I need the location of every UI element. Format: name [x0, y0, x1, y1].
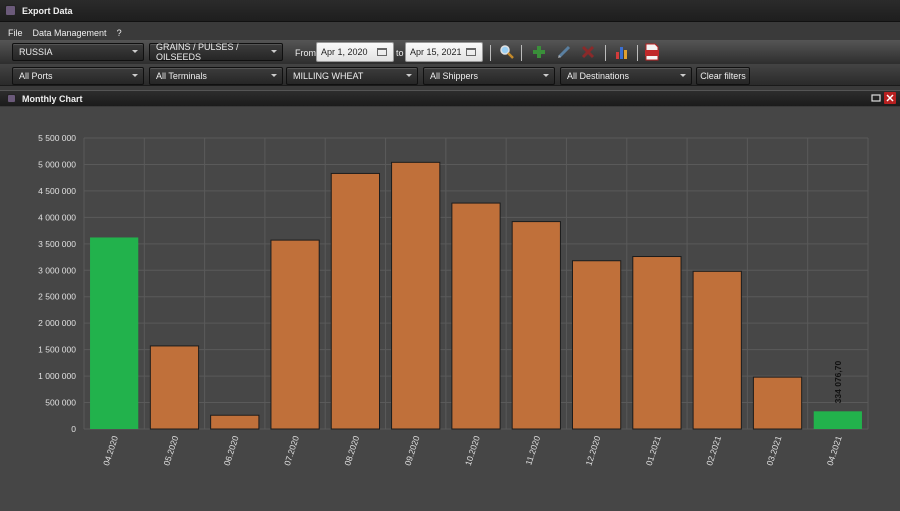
search-icon[interactable] — [499, 44, 515, 60]
x-tick-label: 11.2020 — [523, 434, 542, 466]
monthly-bar-chart: 0 500 000 1 000 000 1 500 000 2 000 000 2 500… — [38, 133, 869, 467]
y-tick-label: 500 000 — [45, 398, 76, 408]
y-tick-label: 3 500 000 — [38, 239, 76, 249]
bar — [330, 172, 381, 430]
y-tick-label: 0 — [71, 424, 76, 434]
toolbar-separator — [521, 45, 522, 61]
bar — [511, 221, 561, 430]
ports-value: All Ports — [19, 71, 53, 81]
add-icon[interactable] — [531, 44, 547, 60]
chart-area: 0 500 000 1 000 000 1 500 000 2 000 000 2 500… — [0, 107, 900, 511]
menu-bar: File Data Management ? — [0, 25, 900, 40]
calendar-icon[interactable] — [466, 48, 476, 56]
toolbar-separator — [605, 45, 606, 61]
y-tick-label: 5 500 000 — [38, 133, 76, 143]
maximize-icon[interactable] — [870, 92, 882, 104]
bar — [571, 260, 622, 430]
product-group-value: GRAINS / PULSES / OILSEEDS — [156, 42, 239, 62]
panel-title: Monthly Chart — [22, 93, 83, 104]
ports-dropdown[interactable]: All Ports — [12, 67, 144, 85]
toolbar-separator — [490, 45, 491, 61]
bar — [90, 237, 139, 429]
window-title: Export Data — [22, 5, 73, 16]
close-icon[interactable] — [884, 92, 896, 104]
app-icon — [5, 5, 16, 16]
menu-data-management[interactable]: Data Management — [33, 28, 107, 38]
bar — [149, 345, 200, 430]
calendar-icon[interactable] — [377, 48, 387, 56]
x-tick-label: 01.2021 — [644, 434, 663, 467]
x-tick-label: 09.2020 — [403, 434, 422, 467]
y-tick-label: 2 000 000 — [38, 318, 76, 328]
y-tick-label: 3 000 000 — [38, 265, 76, 275]
y-tick-label: 5 000 000 — [38, 159, 76, 169]
commodity-value: MILLING WHEAT — [293, 71, 364, 81]
bar-chart-icon[interactable] — [614, 44, 630, 60]
y-tick-label: 4 500 000 — [38, 186, 76, 196]
bar — [752, 376, 803, 430]
from-date-field[interactable]: Apr 1, 2020 — [316, 42, 394, 62]
menu-file[interactable]: File — [8, 28, 23, 38]
product-group-dropdown[interactable]: GRAINS / PULSES / OILSEEDS — [149, 42, 283, 62]
chevron-down-icon — [132, 74, 138, 77]
bar — [270, 239, 320, 430]
y-tick-label: 1 000 000 — [38, 371, 76, 381]
shippers-value: All Shippers — [430, 71, 479, 81]
destinations-value: All Destinations — [567, 71, 630, 81]
from-label: From — [295, 48, 316, 58]
chevron-down-icon — [271, 50, 277, 53]
x-tick-label: 07.2020 — [282, 434, 301, 467]
bar — [210, 414, 260, 430]
bar — [391, 161, 441, 430]
country-dropdown[interactable]: RUSSIA — [12, 43, 144, 61]
x-tick-label: 08.2020 — [342, 434, 361, 467]
shippers-dropdown[interactable]: All Shippers — [423, 67, 555, 85]
bar — [813, 411, 862, 429]
edit-icon[interactable] — [556, 44, 572, 60]
chevron-down-icon — [271, 74, 277, 77]
chart-panel-header: Monthly Chart — [0, 90, 900, 106]
export-xls-icon[interactable] — [644, 43, 660, 61]
chevron-down-icon — [406, 74, 412, 77]
to-date-field[interactable]: Apr 15, 2021 — [405, 42, 483, 62]
panel-icon — [7, 94, 16, 103]
toolbar-separator — [637, 45, 638, 61]
y-tick-label: 4 000 000 — [38, 212, 76, 222]
menu-help[interactable]: ? — [117, 28, 122, 38]
x-tick-label: 05.2020 — [161, 434, 180, 467]
x-tick-label: 04.2021 — [825, 434, 844, 467]
chevron-down-icon — [543, 74, 549, 77]
to-date-value: Apr 15, 2021 — [410, 47, 462, 57]
bar — [632, 256, 682, 430]
y-tick-label: 2 500 000 — [38, 292, 76, 302]
commodity-dropdown[interactable]: MILLING WHEAT — [286, 67, 418, 85]
bar — [692, 270, 742, 430]
terminals-value: All Terminals — [156, 71, 207, 81]
country-value: RUSSIA — [19, 47, 53, 57]
x-tick-label: 06.2020 — [222, 434, 241, 467]
to-label: to — [396, 48, 404, 58]
x-tick-label: 10.2020 — [463, 434, 482, 467]
y-tick-label: 1 500 000 — [38, 345, 76, 355]
x-tick-label: 04.2020 — [101, 434, 120, 467]
bar — [451, 202, 501, 430]
window-titlebar: Export Data — [0, 0, 900, 22]
chevron-down-icon — [680, 74, 686, 77]
data-label: 334 076,70 — [833, 361, 843, 404]
from-date-value: Apr 1, 2020 — [321, 47, 368, 57]
terminals-dropdown[interactable]: All Terminals — [149, 67, 283, 85]
x-tick-label: 03.2021 — [764, 434, 783, 467]
destinations-dropdown[interactable]: All Destinations — [560, 67, 692, 85]
clear-filters-button[interactable]: Clear filters — [696, 67, 750, 85]
delete-icon[interactable] — [580, 44, 596, 60]
chevron-down-icon — [132, 50, 138, 53]
x-tick-label: 12.2020 — [584, 434, 603, 467]
x-tick-label: 02.2021 — [704, 434, 723, 467]
